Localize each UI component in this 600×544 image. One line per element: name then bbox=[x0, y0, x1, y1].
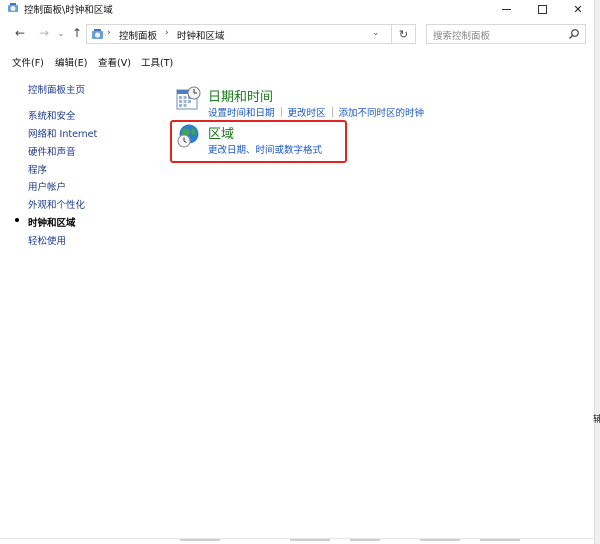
menu-file[interactable]: 文件(F) bbox=[12, 55, 44, 69]
recent-locations-button[interactable]: ⌄ bbox=[54, 26, 68, 40]
sidebar-item-system-security[interactable]: 系统和安全 bbox=[28, 108, 76, 122]
link-change-timezone[interactable]: 更改时区 bbox=[288, 108, 326, 119]
sidebar-item-programs[interactable]: 程序 bbox=[28, 162, 47, 176]
link-set-time-date[interactable]: 设置时间和日期 bbox=[208, 108, 275, 119]
clipped-edge-text: 辅 bbox=[593, 415, 600, 425]
sidebar-item-clock-region[interactable]: 时钟和区域 bbox=[28, 215, 76, 229]
active-bullet bbox=[15, 218, 19, 222]
category-links-date-time: 设置时间和日期 更改时区 添加不同时区的时钟 bbox=[208, 105, 424, 119]
search-box[interactable]: 搜索控制面板 bbox=[426, 24, 586, 44]
chevron-down-icon[interactable]: ⌄ bbox=[372, 28, 380, 38]
refresh-button[interactable]: ↻ bbox=[392, 24, 416, 44]
minimize-button[interactable] bbox=[488, 0, 524, 18]
up-button[interactable]: ↑ bbox=[70, 26, 84, 40]
calendar-clock-icon[interactable] bbox=[175, 86, 201, 112]
breadcrumb-separator: › bbox=[165, 28, 169, 38]
bottom-mark bbox=[420, 539, 460, 541]
breadcrumb-control-panel[interactable]: 控制面板 bbox=[119, 28, 157, 42]
bottom-mark bbox=[290, 539, 330, 541]
link-divider bbox=[280, 107, 282, 117]
forward-button[interactable]: → bbox=[37, 26, 51, 40]
sidebar-control-panel-home[interactable]: 控制面板主页 bbox=[28, 82, 85, 96]
bottom-mark bbox=[480, 539, 520, 541]
breadcrumb-clock-and-region[interactable]: 时钟和区域 bbox=[177, 28, 225, 42]
window-title: 控制面板\时钟和区域 bbox=[24, 5, 113, 16]
menu-edit[interactable]: 编辑(E) bbox=[55, 55, 87, 69]
sidebar-item-network-internet[interactable]: 网络和 Internet bbox=[28, 126, 97, 140]
breadcrumb-separator: › bbox=[107, 28, 111, 38]
sidebar-item-user-accounts[interactable]: 用户帐户 bbox=[28, 179, 66, 193]
menu-tools[interactable]: 工具(T) bbox=[141, 55, 173, 69]
title-bar: 控制面板\时钟和区域 ✕ bbox=[0, 0, 600, 18]
maximize-icon bbox=[537, 4, 547, 14]
address-bar[interactable]: › 控制面板 › 时钟和区域 ⌄ bbox=[86, 24, 392, 44]
control-panel-icon bbox=[8, 3, 18, 12]
menu-bar: 文件(F) 编辑(E) 查看(V) 工具(T) bbox=[0, 53, 600, 69]
category-title-date-time[interactable]: 日期和时间 bbox=[208, 86, 273, 105]
bottom-mark bbox=[350, 539, 380, 541]
link-divider bbox=[331, 107, 333, 117]
sidebar-item-hardware-sound[interactable]: 硬件和声音 bbox=[28, 144, 76, 158]
close-icon: ✕ bbox=[573, 2, 583, 16]
scrollbar-edge bbox=[594, 0, 600, 544]
highlight-box bbox=[170, 120, 347, 163]
close-button[interactable]: ✕ bbox=[560, 0, 596, 18]
back-button[interactable]: ← bbox=[13, 26, 27, 40]
minimize-icon bbox=[501, 8, 511, 10]
search-placeholder: 搜索控制面板 bbox=[433, 31, 491, 42]
sidebar-item-ease-of-access[interactable]: 轻松使用 bbox=[28, 233, 66, 247]
link-add-clocks[interactable]: 添加不同时区的时钟 bbox=[339, 108, 425, 119]
menu-view[interactable]: 查看(V) bbox=[98, 55, 131, 69]
navigation-bar: ← → ⌄ ↑ › 控制面板 › 时钟和区域 ⌄ ↻ 搜索控制面板 bbox=[0, 22, 600, 46]
control-panel-icon bbox=[92, 29, 103, 39]
maximize-button[interactable] bbox=[524, 0, 560, 18]
search-icon[interactable] bbox=[568, 28, 580, 40]
bottom-mark bbox=[180, 539, 220, 541]
sidebar-item-appearance[interactable]: 外观和个性化 bbox=[28, 197, 85, 211]
refresh-icon: ↻ bbox=[398, 27, 409, 41]
